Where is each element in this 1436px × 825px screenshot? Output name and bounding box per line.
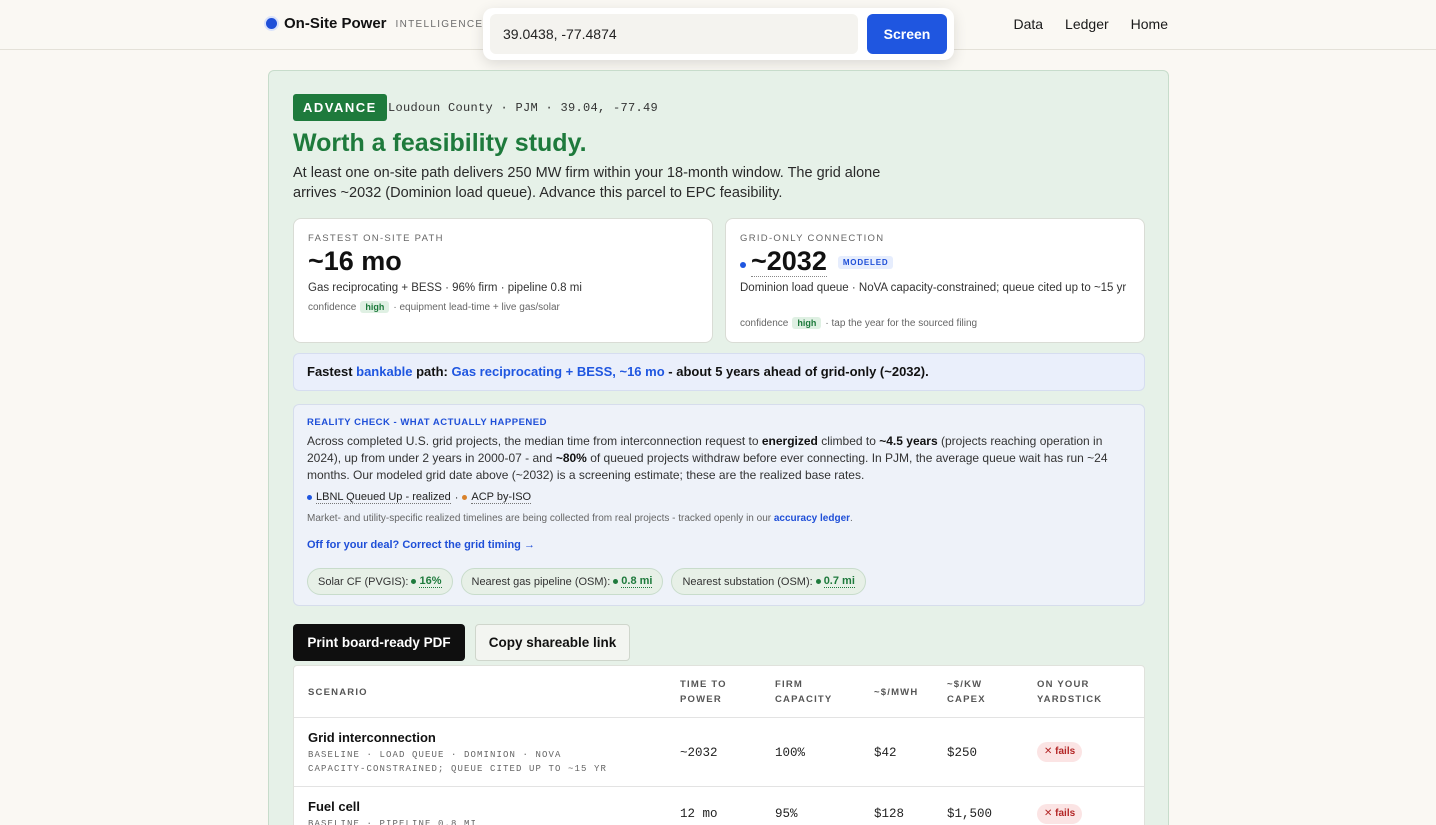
nav-data-link[interactable]: Data [1013, 16, 1043, 32]
reality-text: Across completed U.S. grid projects, the… [307, 434, 762, 448]
column-header: TIME TO POWER [680, 679, 727, 705]
chip-gas-pipeline[interactable]: Nearest gas pipeline (OSM): 0.8 mi [460, 568, 664, 595]
verdict-badge: ADVANCE [293, 94, 387, 121]
source-dot-icon [462, 495, 468, 500]
chip-label: Nearest substation (OSM): [682, 575, 813, 588]
source-acp-link[interactable]: ACP by-ISO [471, 491, 532, 504]
capex-per-kw: $1,500 [947, 807, 993, 821]
confidence-badge: high [360, 301, 390, 313]
chip-solar-cf[interactable]: Solar CF (PVGIS): 16% [307, 568, 453, 595]
accuracy-ledger-link[interactable]: accuracy ledger [774, 513, 850, 524]
location-meta: Loudoun County · PJM · 39.04, -77.49 [388, 101, 659, 115]
time-to-power: ~2032 [680, 746, 718, 760]
reality-sources: LBNL Queued Up - realized · ACP by-ISO [307, 491, 532, 504]
confidence-note: · equipment lead-time + live gas/solar [393, 301, 560, 313]
fastest-text: - about 5 years ahead of grid-only (~203… [664, 364, 929, 379]
brand-dot-icon [266, 18, 277, 29]
status-dot-icon [815, 579, 821, 584]
divider [294, 717, 1144, 718]
divider [294, 786, 1144, 787]
copy-link-button[interactable]: Copy shareable link [475, 624, 630, 661]
note-text: Market- and utility-specific realized ti… [307, 513, 774, 524]
source-dot-icon [307, 495, 312, 500]
confidence-row: confidence high · tap the year for the s… [740, 317, 977, 329]
column-header: SCENARIO [308, 687, 368, 698]
column-header: FIRM CAPACITY [775, 679, 833, 705]
scenario-subtitle: BASELINE · PIPELINE 0.8 MI [308, 819, 478, 825]
modeled-badge: MODELED [837, 256, 894, 269]
separator: · [454, 491, 459, 504]
chip-value: 16% [419, 575, 442, 588]
chip-value: 0.7 mi [823, 575, 855, 588]
fastest-path-banner: Fastest bankable path: Gas reciprocating… [293, 353, 1145, 391]
confidence-label: confidence [740, 317, 789, 329]
cost-per-mwh: $42 [874, 746, 897, 760]
correct-grid-timing-link[interactable]: Off for your deal? Correct the grid timi… [307, 539, 535, 551]
time-to-power: 12 mo [680, 807, 718, 821]
modeled-dot-icon [740, 261, 746, 268]
search-bar: Screen [483, 8, 954, 60]
status-dot-icon [411, 579, 417, 584]
verdict-headline: Worth a feasibility study. [293, 129, 587, 157]
confidence-note: · tap the year for the sourced filing [825, 317, 978, 329]
firm-capacity: 100% [775, 746, 806, 760]
scenario-name: Grid interconnection [308, 730, 436, 745]
grid-year-value[interactable]: ~2032 [751, 246, 827, 277]
metric-value-row: ~2032 MODELED [740, 246, 894, 277]
grid-only-card: GRID-ONLY CONNECTION ~2032 MODELED Domin… [725, 218, 1145, 343]
metric-label: FASTEST ON-SITE PATH [308, 233, 444, 244]
note-text: . [850, 513, 853, 524]
verdict-summary: At least one on-site path delivers 250 M… [293, 165, 881, 201]
cost-per-mwh: $128 [874, 807, 905, 821]
metric-value: ~16 mo [308, 246, 402, 276]
status-dot-icon [613, 579, 619, 584]
confidence-badge: high [792, 317, 822, 329]
scenario-subtitle: BASELINE · LOAD QUEUE · DOMINION · NOVA … [308, 750, 608, 774]
bankable-link[interactable]: bankable [356, 364, 412, 379]
column-header: ON YOUR YARDSTICK [1037, 679, 1103, 705]
fastest-path-link[interactable]: Gas reciprocating + BESS, ~16 mo [452, 364, 665, 379]
reality-check-panel: REALITY CHECK - WHAT ACTUALLY HAPPENED A… [293, 404, 1145, 606]
site-data-chips: Solar CF (PVGIS): 16% Nearest gas pipeli… [307, 568, 866, 595]
brand-name: On-Site Power [284, 15, 387, 32]
reality-emphasis: ~4.5 years [879, 434, 938, 448]
nav-home-link[interactable]: Home [1131, 16, 1168, 32]
chip-label: Nearest gas pipeline (OSM): [471, 575, 611, 588]
brand[interactable]: On-Site Power INTELLIGENCE [266, 15, 483, 32]
chip-value: 0.8 mi [621, 575, 653, 588]
scenario-table: SCENARIO TIME TO POWER FIRM CAPACITY ~$/… [293, 665, 1145, 825]
result-card: ADVANCE Loudoun County · PJM · 39.04, -7… [268, 70, 1169, 825]
nav-ledger-link[interactable]: Ledger [1065, 16, 1109, 32]
reality-text: climbed to [817, 434, 880, 448]
fails-badge: ✕ fails [1037, 742, 1083, 762]
coordinates-input[interactable] [490, 14, 858, 54]
fails-badge: ✕ fails [1037, 804, 1083, 824]
reality-body: Across completed U.S. grid projects, the… [307, 433, 1133, 484]
capex-per-kw: $250 [947, 746, 978, 760]
reality-emphasis: ~80% [555, 451, 587, 465]
chip-substation[interactable]: Nearest substation (OSM): 0.7 mi [671, 568, 866, 595]
confidence-row: confidence high · equipment lead-time + … [308, 301, 560, 313]
fastest-text: Fastest [307, 364, 357, 379]
column-header: ~$/KW CAPEX [947, 679, 986, 705]
fastest-onsite-card: FASTEST ON-SITE PATH ~16 mo Gas reciproc… [293, 218, 713, 343]
top-bar: On-Site Power INTELLIGENCE Screen Data L… [0, 0, 1436, 60]
chip-label: Solar CF (PVGIS): [318, 575, 409, 588]
column-header: ~$/MWH [874, 687, 919, 698]
firm-capacity: 95% [775, 807, 798, 821]
print-pdf-button[interactable]: Print board-ready PDF [293, 624, 465, 661]
screen-button[interactable]: Screen [867, 14, 947, 54]
reality-title: REALITY CHECK - WHAT ACTUALLY HAPPENED [307, 417, 547, 428]
metric-label: GRID-ONLY CONNECTION [740, 233, 885, 244]
reality-emphasis: energized [761, 434, 818, 448]
scenario-name: Fuel cell [308, 799, 361, 814]
brand-subtitle: INTELLIGENCE [395, 19, 484, 30]
metric-description: Gas reciprocating + BESS · 96% firm · pi… [308, 282, 582, 294]
reality-note: Market- and utility-specific realized ti… [307, 513, 853, 524]
confidence-label: confidence [308, 301, 357, 313]
metric-description: Dominion load queue · NoVA capacity-cons… [740, 282, 1127, 294]
source-lbnl-link[interactable]: LBNL Queued Up - realized [316, 491, 451, 504]
fastest-text: path: [412, 364, 452, 379]
top-nav: Data Ledger Home [1013, 16, 1168, 32]
